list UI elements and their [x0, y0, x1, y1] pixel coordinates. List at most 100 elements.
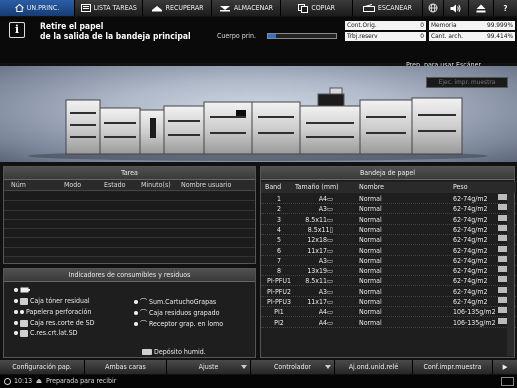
sample-print-setting-button[interactable]: Conf.impr.muestra: [413, 360, 493, 374]
tray-weight: 62-74g/m2: [453, 205, 488, 214]
sample-print-button[interactable]: Ejec. impr. muestra: [426, 77, 508, 88]
toner-icon-row: [14, 287, 30, 293]
tray-size: 11x17▭: [307, 298, 333, 306]
paper-setting-button[interactable]: Configuración pap.: [0, 360, 85, 374]
task-column-headers: Núm Modo Estado Minuto(s) Nombre usuario: [4, 180, 255, 191]
tray-row[interactable]: 8 13x19▭ Normal 62-74g/m2: [261, 266, 516, 277]
consumable-label: Depósito humid.: [154, 348, 206, 356]
consumables-title: Indicadores de consumibles y residuos: [4, 269, 255, 282]
consumable-sd-side-trim-waste[interactable]: C.res.crt.lat.SD: [14, 329, 77, 337]
tab-store-label: ALMACENAR: [233, 4, 274, 12]
paper-level-fill: [268, 34, 277, 38]
tray-row[interactable]: PI1 A4▭ Normal 106-135g/m2: [261, 307, 516, 318]
tray-row[interactable]: 4 8.5x11▯ Normal 62-74g/m2: [261, 224, 516, 235]
cont-orig-field: Cont.Orig. 0: [345, 21, 426, 30]
recall-icon: [151, 6, 162, 12]
consumable-humidifier[interactable]: Depósito humid.: [142, 348, 206, 356]
task-row[interactable]: [4, 238, 255, 248]
task-row[interactable]: [4, 210, 255, 220]
status-dot: [14, 310, 18, 314]
consumable-staple-waste[interactable]: ⌒ Caja residuos grapado: [134, 308, 220, 318]
tray-size: 8.5x11▭: [305, 215, 333, 224]
tab-recall[interactable]: RECUPERAR: [143, 0, 212, 16]
tab-copy[interactable]: COPIAR: [281, 0, 354, 16]
consumable-label: Receptor grap. en lomo: [149, 320, 224, 328]
tray-row[interactable]: PI2 A4▭ Normal 106-135g/m2: [261, 317, 516, 328]
consumable-staple-cartridge[interactable]: ⌒ Sum.CartuchoGrapas: [134, 297, 216, 307]
controller-button[interactable]: Controlador: [251, 360, 335, 374]
task-row[interactable]: [4, 247, 255, 258]
trbj-reserv-field: Trbj.reserv 0: [345, 32, 426, 41]
clock-icon: [4, 378, 11, 385]
help-icon: ?: [503, 3, 508, 13]
consumable-spine-stapler[interactable]: ⌒ Receptor grap. en lomo: [134, 319, 223, 329]
tab-scan-label: ESCANEAR: [377, 4, 412, 12]
counters-panel: Cont.Orig. 0 Memoria 99.999% Trbj.reserv…: [345, 21, 516, 59]
tray-weight: 62-74g/m2: [453, 287, 488, 296]
network-button[interactable]: [422, 0, 444, 16]
tray-size: 8.5x11▯: [307, 225, 333, 234]
tray-row[interactable]: 5 12x18▭ Normal 62-74g/m2: [261, 235, 516, 246]
tray-col-size: Tamaño (mm): [295, 183, 339, 191]
sample-print-setting-label: Conf.impr.muestra: [423, 363, 482, 371]
tray-row[interactable]: 2 A3▭ Normal 62-74g/m2: [261, 204, 516, 215]
tray-band: PI-PFU1: [267, 277, 291, 286]
tab-home[interactable]: UN.PRINC.: [0, 0, 76, 16]
eject-icon: [476, 4, 486, 12]
tray-col-name: Nombre: [359, 183, 385, 191]
bottom-button-bar: Configuración pap. Ambas caras Ajuste Co…: [0, 360, 517, 374]
consumable-waste-toner[interactable]: Caja tóner residual: [14, 297, 90, 305]
tray-row[interactable]: PI-PFU3 11x17▭ Normal 62-74g/m2: [261, 297, 516, 307]
eject-button[interactable]: [468, 0, 494, 16]
tray-size: A4▭: [318, 318, 333, 327]
task-row[interactable]: [4, 192, 255, 202]
tab-store[interactable]: ALMACENAR: [211, 0, 282, 16]
message-line-1: Retire el papel: [40, 22, 104, 32]
tab-scan[interactable]: ESCANEAR: [353, 0, 423, 16]
consumable-label: Caja tóner residual: [30, 297, 90, 305]
adjust-button[interactable]: Ajuste: [167, 360, 251, 374]
task-col-user: Nombre usuario: [181, 181, 232, 189]
tray-column-headers: Band Tamaño (mm) Nombre Peso: [261, 182, 516, 193]
task-col-mode: Modo: [64, 181, 82, 189]
tray-row[interactable]: 7 A3▭ Normal 62-74g/m2: [261, 255, 516, 266]
store-icon: [219, 6, 230, 12]
spine-stapler-icon: ⌒: [140, 320, 147, 328]
relay-unit-adjust-button[interactable]: Aj.ond.unid.relé: [335, 360, 413, 374]
tray-row[interactable]: 3 8.5x11▭ Normal 62-74g/m2: [261, 214, 516, 225]
consumable-sd-trim-waste[interactable]: Caja res.corte de SD: [14, 319, 94, 327]
trbj-reserv-label: Trbj.reserv: [347, 32, 378, 40]
tray-row[interactable]: 6 11x17▭ Normal 62-74g/m2: [261, 245, 516, 256]
tray-size: A4▭: [318, 308, 333, 317]
tray-weight: 62-74g/m2: [453, 256, 488, 265]
help-button[interactable]: ?: [493, 0, 517, 16]
consumable-punch-waste[interactable]: Papelera perforación: [14, 308, 91, 316]
volume-button[interactable]: [443, 0, 469, 16]
tray-weight: 62-74g/m2: [453, 267, 488, 276]
side-trim-waste-icon: [20, 329, 28, 337]
task-col-minutes: Minuto(s): [141, 181, 171, 189]
tray-size: A3▭: [318, 287, 333, 296]
tray-row[interactable]: 1 A4▭ Normal 62-74g/m2: [261, 194, 516, 204]
tray-row[interactable]: PI-PFU1 8.5x11▭ Normal 62-74g/m2: [261, 276, 516, 287]
tray-size: 11x17▭: [307, 246, 333, 255]
status-dot: [134, 311, 138, 315]
task-row[interactable]: [4, 201, 255, 211]
duplex-button[interactable]: Ambas caras: [85, 360, 167, 374]
tray-scrollbar[interactable]: [507, 190, 514, 356]
tray-size: 12x18▭: [307, 236, 333, 245]
tray-band: 1: [276, 195, 281, 203]
next-page-button[interactable]: ▶: [493, 360, 517, 374]
tray-row[interactable]: PI-PFU2 A3▭ Normal 62-74g/m2: [261, 286, 516, 297]
tray-paper-name: Normal: [359, 195, 382, 203]
copy-icon: [298, 3, 309, 13]
tray-band: PI1: [274, 308, 284, 317]
task-row[interactable]: [4, 219, 255, 230]
toner-icon: [20, 287, 30, 293]
tray-band: 5: [276, 236, 281, 245]
tab-recall-label: RECUPERAR: [165, 4, 204, 12]
tab-job-list[interactable]: LISTA TAREAS: [75, 0, 144, 16]
tray-paper-name: Normal: [359, 236, 382, 245]
task-row[interactable]: [4, 229, 255, 239]
tab-copy-label: COPIAR: [311, 4, 336, 12]
